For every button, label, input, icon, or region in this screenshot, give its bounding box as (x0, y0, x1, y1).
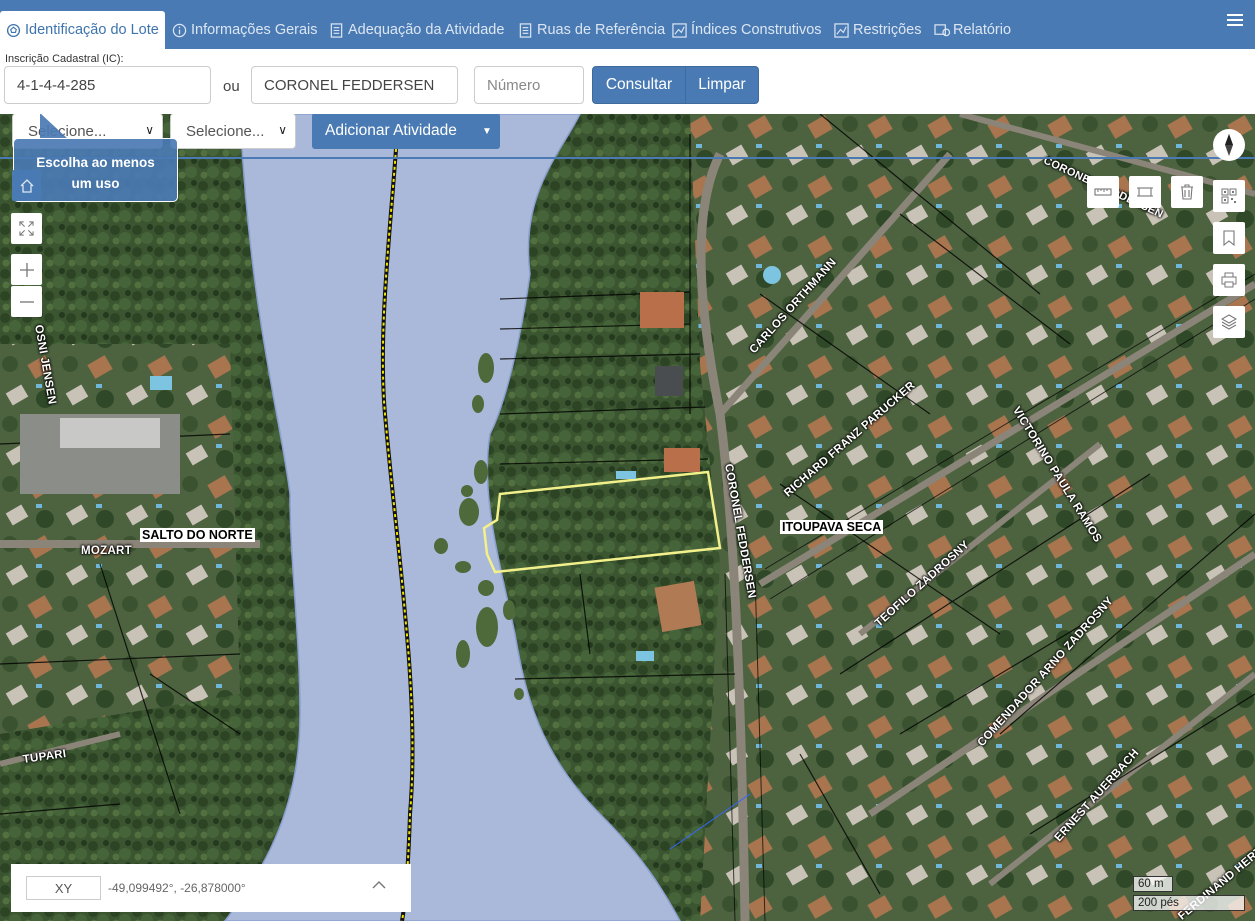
tab-label: Informações Gerais (191, 22, 318, 38)
number-input[interactable] (474, 66, 584, 104)
tab-label: Índices Construtivos (691, 22, 822, 38)
chevron-down-icon: ∨ (145, 123, 154, 137)
tab-informacoes-gerais[interactable]: Informações Gerais (168, 11, 322, 49)
scale-imperial-label: 200 pés (1133, 895, 1245, 911)
document-icon (329, 22, 344, 38)
tab-ruas-de-referencia[interactable]: Ruas de Referência (514, 11, 669, 49)
tab-label: Restrições (853, 22, 922, 38)
tab-identificacao-do-lote[interactable]: Identificação do Lote (0, 11, 165, 49)
measure-area-icon[interactable] (1129, 176, 1161, 208)
add-activity-button[interactable]: Adicionar Atividade ▼ (312, 114, 500, 149)
hamburger-menu-icon[interactable] (1227, 14, 1243, 28)
chart-icon (672, 22, 687, 38)
tooltip-arrow (40, 114, 68, 139)
compass-icon[interactable] (1213, 129, 1245, 161)
consult-button[interactable]: Consultar (592, 66, 686, 104)
add-activity-label: Adicionar Atividade (325, 122, 457, 139)
coordinates-readout: -49,099492°, -26,878000° (108, 881, 246, 895)
tab-label: Relatório (953, 22, 1012, 38)
search-row: Inscrição Cadastral (IC): ou Consultar L… (0, 49, 1255, 114)
zoom-in-icon[interactable] (11, 254, 42, 285)
divider-line (0, 157, 1255, 159)
scale-bar-metric: 60 m (1133, 876, 1173, 892)
home-icon[interactable] (12, 170, 41, 201)
tab-adequacao-da-atividade[interactable]: Adequação da Atividade (325, 11, 508, 49)
tab-label: Identificação do Lote (25, 22, 159, 38)
ic-input[interactable] (4, 66, 211, 104)
tab-indices-construtivos[interactable]: Índices Construtivos (668, 11, 826, 49)
info-icon (172, 23, 187, 38)
tab-relatorio[interactable]: Relatório (930, 11, 1015, 49)
document-icon (518, 22, 533, 38)
coord-mode-button[interactable]: XY (26, 876, 101, 900)
street-label: MOZART (81, 545, 132, 557)
clear-button[interactable]: Limpar (685, 66, 759, 104)
qr-code-icon[interactable] (1213, 180, 1245, 212)
lot-pin-icon (6, 23, 21, 38)
district-label: SALTO DO NORTE (140, 528, 255, 542)
print-icon[interactable] (1213, 264, 1245, 296)
tab-label: Adequação da Atividade (348, 22, 505, 38)
fullscreen-icon[interactable] (11, 213, 42, 244)
chart-icon (834, 22, 849, 38)
tab-label: Ruas de Referência (537, 22, 666, 38)
scale-metric-label: 60 m (1133, 876, 1173, 892)
chevron-up-icon[interactable] (371, 877, 387, 895)
measure-distance-icon[interactable] (1087, 176, 1119, 208)
activity-select-2[interactable]: Selecione... ∨ (170, 114, 296, 149)
ic-label: Inscrição Cadastral (IC): (5, 53, 124, 65)
layers-icon[interactable] (1213, 306, 1245, 338)
report-icon (934, 23, 951, 38)
district-label: ITOUPAVA SECA (780, 520, 884, 534)
chevron-down-icon: ∨ (278, 123, 287, 137)
aerial-imagery (0, 114, 1255, 921)
coordinate-bar: XY -49,099492°, -26,878000° (11, 864, 411, 912)
caret-down-icon[interactable]: ▼ (474, 126, 500, 137)
top-tab-bar: Identificação do Lote Informações Gerais… (0, 0, 1255, 49)
tab-restricoes[interactable]: Restrições (830, 11, 926, 49)
map-view[interactable]: OSNI JENSEN CORONEL FEDDERSEN CARLOS ORT… (0, 114, 1255, 921)
select-value: Selecione... (186, 122, 265, 140)
bookmark-icon[interactable] (1213, 222, 1245, 254)
scale-bar-imperial: 200 pés (1133, 895, 1245, 911)
zoom-out-icon[interactable] (11, 286, 42, 317)
street-input[interactable] (251, 66, 458, 104)
trash-icon[interactable] (1171, 176, 1203, 208)
or-label: ou (223, 78, 240, 95)
